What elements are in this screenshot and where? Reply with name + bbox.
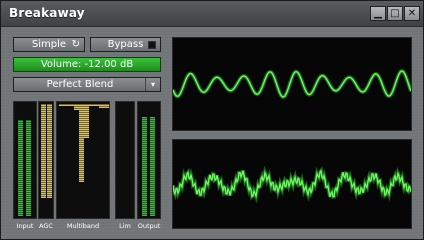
agc-meter: [38, 101, 54, 219]
minimize-button[interactable]: ▁: [370, 6, 386, 21]
volume-text: Volume: -12.00 dB: [40, 59, 134, 70]
preset-dropdown[interactable]: Perfect Blend ▾: [13, 77, 161, 92]
output-meter: [137, 101, 161, 219]
lim-label: Lim: [119, 222, 131, 230]
lim-meter: [115, 101, 135, 219]
volume-display[interactable]: Volume: -12.00 dB: [13, 57, 161, 72]
maximize-button[interactable]: □: [387, 6, 403, 21]
input-meter: [13, 101, 37, 219]
output-label: Output: [137, 222, 161, 230]
window-title: Breakaway: [9, 6, 85, 20]
output-waveform: [173, 165, 411, 204]
multiband-label: Multiband: [66, 222, 100, 230]
chevron-down-icon: ▾: [145, 78, 160, 91]
preset-label: Perfect Blend: [46, 79, 114, 90]
input-waveform: [173, 68, 411, 100]
input-meter-bar: [18, 120, 23, 216]
maximize-icon: □: [390, 8, 400, 19]
agc-meter-bar: [41, 104, 46, 198]
mode-button[interactable]: Simple ↻: [13, 37, 85, 52]
title-bar[interactable]: Breakaway ▁ □ ✕: [1, 1, 423, 27]
agc-meter-bar: [47, 104, 52, 198]
input-label: Input: [16, 222, 34, 230]
output-scope: [172, 139, 412, 229]
multiband-meter: [56, 101, 110, 219]
mode-label: Simple: [31, 39, 67, 50]
input-scope: [172, 37, 412, 131]
multiband-meter-bar: [84, 104, 89, 138]
bypass-label: Bypass: [107, 39, 144, 50]
close-button[interactable]: ✕: [404, 6, 420, 21]
output-meter-bar: [142, 117, 147, 216]
bypass-indicator-icon: [148, 41, 156, 49]
input-meter-bar: [26, 120, 31, 216]
output-meter-bar: [150, 117, 155, 216]
refresh-icon: ↻: [71, 39, 80, 50]
close-icon: ✕: [407, 8, 417, 19]
bypass-button[interactable]: Bypass: [90, 37, 161, 52]
app-window: Breakaway ▁ □ ✕ Simple ↻ Bypass Volume: …: [0, 0, 424, 240]
multiband-meter-bar: [104, 104, 109, 108]
minimize-icon: ▁: [374, 8, 382, 19]
agc-label: AGC: [39, 222, 53, 230]
